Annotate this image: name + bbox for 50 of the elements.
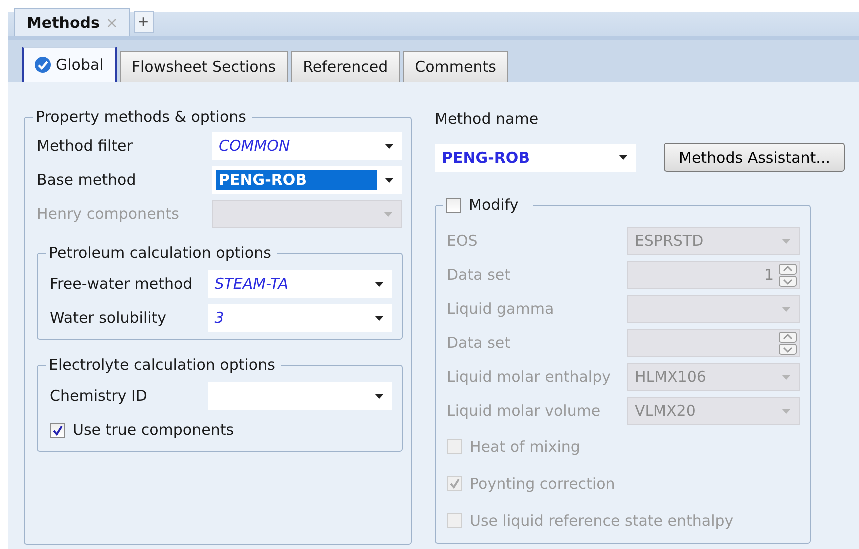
document-tab[interactable]: Methods × bbox=[14, 8, 130, 36]
field-label: Chemistry ID bbox=[50, 387, 148, 405]
caret-icon bbox=[384, 212, 393, 216]
check-icon bbox=[52, 424, 64, 436]
field-label: EOS bbox=[447, 232, 479, 250]
field-label: Henry components bbox=[37, 205, 180, 223]
caret-icon bbox=[782, 374, 791, 380]
checkbox[interactable] bbox=[446, 198, 461, 212]
caret-icon bbox=[619, 155, 628, 160]
check-icon bbox=[448, 478, 460, 489]
field-label: Liquid molar volume bbox=[447, 402, 602, 420]
field-label: Data set bbox=[447, 334, 512, 352]
checkbox-label: Use true components bbox=[73, 421, 234, 439]
caret-icon bbox=[375, 282, 384, 286]
caret-icon bbox=[375, 394, 384, 398]
checkbox-label: Poynting correction bbox=[470, 474, 616, 492]
dropdown-field[interactable]: STEAM-TA bbox=[208, 270, 392, 298]
caret-icon bbox=[375, 316, 384, 320]
group-title: Property methods & options bbox=[35, 108, 248, 126]
tab[interactable]: Global bbox=[22, 47, 117, 82]
dropdown-field[interactable]: 3 bbox=[208, 304, 392, 332]
checkbox-label: Heat of mixing bbox=[470, 438, 580, 456]
tab[interactable]: Comments bbox=[403, 51, 508, 82]
field-label: Data set bbox=[447, 266, 512, 284]
checkbox[interactable] bbox=[50, 422, 65, 438]
field-label: Method name bbox=[435, 110, 540, 128]
field-label: Liquid molar enthalpy bbox=[447, 368, 612, 386]
field-label: Liquid gamma bbox=[447, 300, 556, 318]
field-label: Base method bbox=[37, 171, 138, 189]
caret-icon bbox=[782, 408, 791, 414]
caret-icon bbox=[782, 238, 791, 244]
check-circle-icon bbox=[35, 57, 51, 73]
tab[interactable]: Flowsheet Sections bbox=[120, 51, 288, 82]
field-label: Water solubility bbox=[50, 309, 168, 327]
dropdown-field[interactable] bbox=[208, 382, 392, 410]
dropdown-field[interactable]: COMMON bbox=[212, 132, 402, 160]
field-label: Free-water method bbox=[50, 275, 194, 293]
dropdown-field[interactable]: PENG-ROB bbox=[435, 144, 636, 172]
group-title: Modify bbox=[469, 196, 519, 214]
checkbox-label: Use liquid reference state enthalpy bbox=[470, 512, 734, 530]
new-tab-button[interactable]: + bbox=[134, 11, 154, 33]
tab[interactable]: Referenced bbox=[291, 51, 400, 82]
methods-assistant-button[interactable]: Methods Assistant... bbox=[664, 143, 846, 172]
field-label: Method filter bbox=[37, 137, 134, 155]
caret-icon bbox=[385, 178, 394, 182]
dropdown-field[interactable]: PENG-ROB bbox=[212, 166, 402, 194]
group-title: Petroleum calculation options bbox=[48, 244, 272, 262]
caret-icon bbox=[385, 144, 394, 148]
group-title: Electrolyte calculation options bbox=[48, 356, 276, 374]
caret-icon bbox=[782, 306, 791, 312]
